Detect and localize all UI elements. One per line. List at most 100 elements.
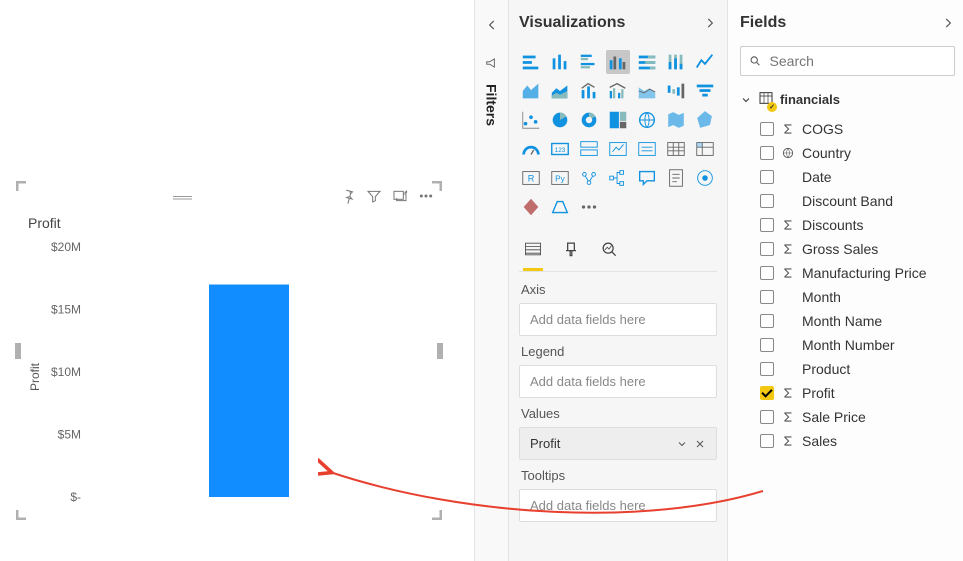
report-canvas[interactable]: ══ Profit Profit [0,0,470,561]
fields-tab[interactable] [523,239,543,271]
visual-header: ══ [18,183,440,211]
field-item[interactable]: Profit [740,381,955,405]
field-checkbox[interactable] [760,146,774,160]
field-item[interactable]: Product [740,357,955,381]
field-checkbox[interactable] [760,314,774,328]
matrix-icon[interactable] [693,137,717,161]
line-stacked-column-icon[interactable] [577,79,601,103]
clustered-bar-icon[interactable] [577,50,601,74]
chevron-down-icon[interactable] [676,438,688,450]
chevron-right-icon[interactable] [703,16,717,30]
filled-map-icon[interactable] [664,108,688,132]
shape-map-icon[interactable] [693,108,717,132]
treemap-icon[interactable] [606,108,630,132]
ribbon-chart-icon[interactable] [635,79,659,103]
field-item[interactable]: Discounts [740,213,955,237]
legend-well[interactable]: Add data fields here [519,365,717,398]
line-chart-icon[interactable] [693,50,717,74]
field-item[interactable]: Month [740,285,955,309]
arcgis-icon[interactable] [693,166,717,190]
field-item[interactable]: Date [740,165,955,189]
qa-visual-icon[interactable] [635,166,659,190]
field-item[interactable]: Discount Band [740,189,955,213]
multi-row-card-icon[interactable] [577,137,601,161]
pin-icon[interactable] [340,188,356,207]
donut-icon[interactable] [577,108,601,132]
key-influencers-icon[interactable] [577,166,601,190]
stacked-column-icon[interactable] [548,50,572,74]
svg-text:$-: $- [70,490,81,504]
tooltips-well[interactable]: Add data fields here [519,489,717,522]
field-checkbox[interactable] [760,362,774,376]
power-apps-icon[interactable] [519,195,543,219]
field-item[interactable]: Month Name [740,309,955,333]
field-item[interactable]: Country [740,141,955,165]
chevron-right-icon[interactable] [941,16,955,30]
azure-map-icon[interactable] [548,195,572,219]
scatter-icon[interactable] [519,108,543,132]
filter-icon[interactable] [366,188,382,207]
stacked-area-icon[interactable] [548,79,572,103]
card-icon[interactable]: 123 [548,137,572,161]
field-item[interactable]: Month Number [740,333,955,357]
field-item[interactable]: Gross Sales [740,237,955,261]
more-options-icon[interactable] [418,188,434,207]
field-checkbox[interactable] [760,122,774,136]
field-item[interactable]: Sale Price [740,405,955,429]
svg-text:$10M: $10M [51,365,81,379]
fields-search-input[interactable] [770,53,946,69]
close-icon[interactable] [694,438,706,450]
chart-title: Profit [28,215,430,231]
chart-visual-container[interactable]: ══ Profit Profit [18,183,440,518]
stacked-bar-icon[interactable] [519,50,543,74]
table-icon[interactable] [664,137,688,161]
chart-bar[interactable] [209,285,289,498]
analytics-tab[interactable] [599,239,619,271]
field-name: Gross Sales [802,241,953,257]
field-item[interactable]: Manufacturing Price [740,261,955,285]
get-more-visuals-icon[interactable] [577,195,601,219]
fields-search[interactable] [740,46,955,76]
area-chart-icon[interactable] [519,79,543,103]
format-tab[interactable] [561,239,581,271]
axis-well[interactable]: Add data fields here [519,303,717,336]
megaphone-icon[interactable] [485,56,499,70]
pie-icon[interactable] [548,108,572,132]
field-item[interactable]: Sales [740,429,955,453]
stacked-column-100-icon[interactable] [664,50,688,74]
field-checkbox[interactable] [760,338,774,352]
field-checkbox[interactable] [760,218,774,232]
r-visual-icon[interactable]: R [519,166,543,190]
filters-pane-collapsed[interactable]: Filters [474,0,508,561]
gauge-icon[interactable] [519,137,543,161]
field-checkbox[interactable] [760,386,774,400]
field-checkbox[interactable] [760,290,774,304]
field-item[interactable]: COGS [740,117,955,141]
search-icon [749,54,762,68]
paginated-report-icon[interactable] [664,166,688,190]
stacked-bar-100-icon[interactable] [635,50,659,74]
field-checkbox[interactable] [760,242,774,256]
kpi-icon[interactable] [606,137,630,161]
decomposition-tree-icon[interactable] [606,166,630,190]
field-name: Sales [802,433,953,449]
drag-handle-icon[interactable]: ══ [24,189,340,205]
python-visual-icon[interactable]: Py [548,166,572,190]
waterfall-icon[interactable] [664,79,688,103]
field-checkbox[interactable] [760,170,774,184]
field-name: Month Number [802,337,953,353]
funnel-icon[interactable] [693,79,717,103]
field-checkbox[interactable] [760,434,774,448]
field-checkbox[interactable] [760,410,774,424]
values-well[interactable]: Profit [519,427,717,460]
slicer-icon[interactable] [635,137,659,161]
focus-mode-icon[interactable] [392,188,408,207]
clustered-column-icon[interactable] [606,50,630,74]
field-checkbox[interactable] [760,266,774,280]
line-clustered-column-icon[interactable] [606,79,630,103]
table-financials[interactable]: ✓ financials [740,90,955,109]
legend-well-label: Legend [521,344,715,359]
field-checkbox[interactable] [760,194,774,208]
chevron-left-icon[interactable] [485,18,499,32]
map-icon[interactable] [635,108,659,132]
